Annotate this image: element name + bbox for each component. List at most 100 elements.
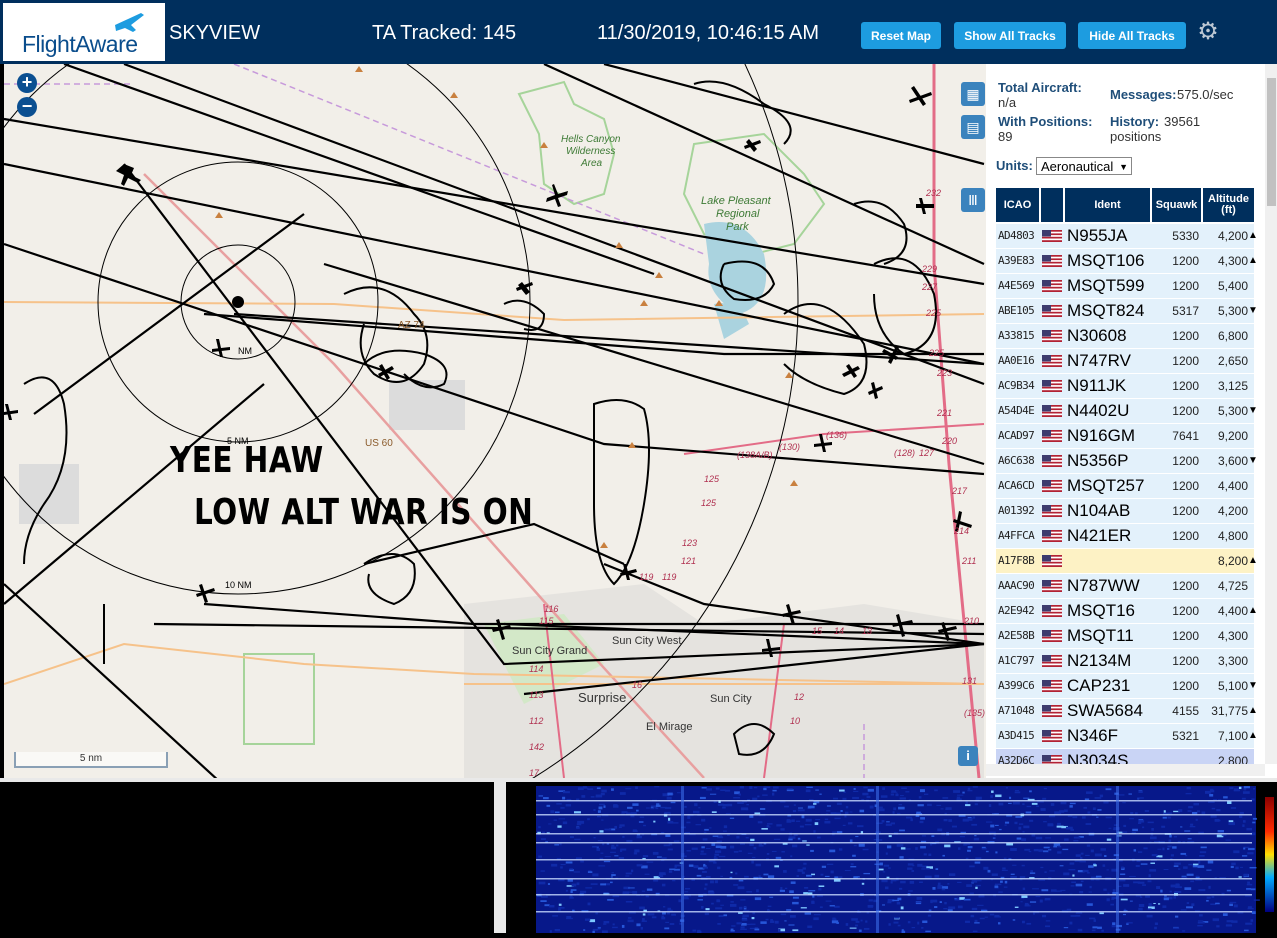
altitude-cell: 3,300 xyxy=(1217,654,1248,668)
col-header-altitude[interactable]: Altitude (ft) xyxy=(1203,188,1254,222)
table-row[interactable]: ABE105 MSQT824 5317 5,300 ▼ xyxy=(996,299,1258,323)
reset-map-button[interactable]: Reset Map xyxy=(861,22,941,49)
us-flag-icon xyxy=(1042,380,1062,392)
grid-icon[interactable]: ▤ xyxy=(961,115,985,139)
panel-divider[interactable] xyxy=(494,782,506,933)
road-number-label: 210 xyxy=(963,616,979,626)
road-number-label: 123 xyxy=(682,538,697,548)
altitude-cell: 4,800 xyxy=(1217,529,1248,543)
squawk-cell: 1200 xyxy=(1172,329,1199,343)
table-row[interactable]: AD4803 N955JA 5330 4,200 ▲ xyxy=(996,224,1258,248)
table-row[interactable]: AA0E16 N747RV 1200 2,650 xyxy=(996,349,1254,373)
history-unit: positions xyxy=(1110,129,1162,144)
us-flag-icon xyxy=(1042,730,1062,742)
col-header-ident[interactable]: Ident xyxy=(1065,188,1150,222)
road-label: AZ 74 xyxy=(398,320,425,331)
table-row[interactable]: A39E83 MSQT106 1200 4,300 ▲ xyxy=(996,249,1258,273)
logo-text: FlightAware xyxy=(22,31,138,57)
us-flag-icon xyxy=(1042,705,1062,717)
altitude-cell: 5,100 xyxy=(1217,679,1248,693)
squawk-cell: 1200 xyxy=(1172,604,1199,618)
icao-cell: A54D4E xyxy=(998,404,1035,417)
road-number-label: 125 xyxy=(701,498,717,508)
table-horizontal-scrollbar[interactable] xyxy=(986,764,1265,776)
icao-cell: AAAC90 xyxy=(998,579,1035,592)
road-number-label: 127 xyxy=(919,448,935,458)
col-header-icao[interactable]: ICAO xyxy=(996,188,1039,222)
zoom-in-button[interactable]: + xyxy=(17,73,37,93)
ident-cell: N911JK xyxy=(1067,376,1127,395)
table-row[interactable]: ACA6CD MSQT257 1200 4,400 xyxy=(996,474,1254,498)
icao-cell: A4FFCA xyxy=(998,529,1035,542)
total-aircraft-label: Total Aircraft: xyxy=(998,80,1082,95)
columns-icon[interactable]: Ⅲ xyxy=(961,188,985,212)
squawk-cell: 1200 xyxy=(1172,379,1199,393)
col-header-squawk[interactable]: Squawk xyxy=(1152,188,1201,222)
table-row[interactable]: A3D415 N346F 5321 7,100 ▲ xyxy=(996,724,1258,748)
place-label: El Mirage xyxy=(646,721,692,733)
road-number-label: 113 xyxy=(529,690,543,700)
col-header-flag[interactable] xyxy=(1041,188,1063,222)
hide-all-tracks-button[interactable]: Hide All Tracks xyxy=(1078,22,1186,49)
table-row[interactable]: A2E58B MSQT11 1200 4,300 xyxy=(996,624,1254,648)
map-icon[interactable]: ▦ xyxy=(961,82,985,106)
us-flag-icon xyxy=(1042,605,1062,617)
altitude-trend-icon: ▼ xyxy=(1248,305,1258,316)
units-select[interactable]: Aeronautical ▼ xyxy=(1036,157,1132,175)
road-number-label: 217 xyxy=(951,486,968,496)
icao-cell: A399C6 xyxy=(998,679,1035,692)
table-row[interactable]: A33815 N30608 1200 6,800 xyxy=(996,324,1254,348)
place-label: Park xyxy=(726,221,749,233)
table-row[interactable]: AC9B34 N911JK 1200 3,125 xyxy=(996,374,1254,398)
icao-cell: AC9B34 xyxy=(998,379,1035,392)
table-row[interactable]: A01392 N104AB 1200 4,200 xyxy=(996,499,1254,523)
map-view[interactable]: Hells Canyon Wilderness Area Lake Pleasa… xyxy=(4,64,986,778)
altitude-cell: 4,300 xyxy=(1217,254,1248,268)
icao-cell: A01392 xyxy=(998,504,1035,517)
table-row[interactable]: A71048 SWA5684 4155 31,775 ▲ xyxy=(996,699,1258,723)
units-select-value: Aeronautical xyxy=(1041,159,1114,174)
table-scrollbar-thumb[interactable] xyxy=(1267,78,1276,206)
table-row[interactable]: A1C797 N2134M 1200 3,300 xyxy=(996,649,1254,673)
ident-cell: N2134M xyxy=(1067,651,1132,670)
squawk-cell: 1200 xyxy=(1172,279,1199,293)
table-row[interactable]: ACAD97 N916GM 7641 9,200 xyxy=(996,424,1254,448)
ident-cell: MSQT824 xyxy=(1067,301,1145,320)
table-row[interactable]: A2E942 MSQT16 1200 4,400 ▲ xyxy=(996,599,1258,623)
road-number-label: 13 xyxy=(862,626,872,636)
altitude-cell: 3,125 xyxy=(1217,379,1248,393)
ident-cell: N4402U xyxy=(1067,401,1130,420)
road-number-label: 112 xyxy=(529,716,543,726)
show-all-tracks-button[interactable]: Show All Tracks xyxy=(954,22,1066,49)
map-canvas[interactable]: Hells Canyon Wilderness Area Lake Pleasa… xyxy=(4,64,986,778)
table-row[interactable]: A4FFCA N421ER 1200 4,800 xyxy=(996,524,1254,548)
spectrum-waterfall xyxy=(506,782,1277,934)
with-positions-label: With Positions: xyxy=(998,114,1093,129)
road-number-label: 214 xyxy=(953,526,969,536)
info-icon[interactable]: i xyxy=(958,746,978,766)
us-flag-icon xyxy=(1042,630,1062,642)
us-flag-icon xyxy=(1042,230,1062,242)
squawk-cell: 1200 xyxy=(1172,404,1199,418)
place-label: Sun City Grand xyxy=(512,645,587,657)
table-row[interactable]: A54D4E N4402U 1200 5,300 ▼ xyxy=(996,399,1258,423)
altitude-cell: 4,200 xyxy=(1217,229,1248,243)
ident-cell: MSQT599 xyxy=(1067,276,1145,295)
table-row[interactable]: A4E569 MSQT599 1200 5,400 xyxy=(996,274,1254,298)
place-label: Wilderness xyxy=(566,146,615,157)
ident-cell: N916GM xyxy=(1067,426,1136,445)
ident-cell: N30608 xyxy=(1067,326,1127,345)
zoom-out-button[interactable]: − xyxy=(17,97,37,117)
altitude-trend-icon: ▲ xyxy=(1248,555,1258,566)
table-row[interactable]: A17F8B 8,200 ▲ xyxy=(996,549,1258,573)
table-row[interactable]: AAAC90 N787WW 1200 4,725 xyxy=(996,574,1254,598)
gear-icon[interactable]: ⚙ xyxy=(1196,20,1220,44)
squawk-cell xyxy=(1152,549,1199,573)
icao-cell: A6C638 xyxy=(998,454,1035,467)
range-ring-label: NM xyxy=(238,346,252,356)
altitude-cell: 7,100 xyxy=(1217,729,1248,743)
table-row[interactable]: A399C6 CAP231 1200 5,100 ▼ xyxy=(996,674,1258,698)
squawk-cell: 1200 xyxy=(1172,354,1199,368)
table-row[interactable]: A6C638 N5356P 1200 3,600 ▼ xyxy=(996,449,1258,473)
squawk-cell: 1200 xyxy=(1172,654,1199,668)
